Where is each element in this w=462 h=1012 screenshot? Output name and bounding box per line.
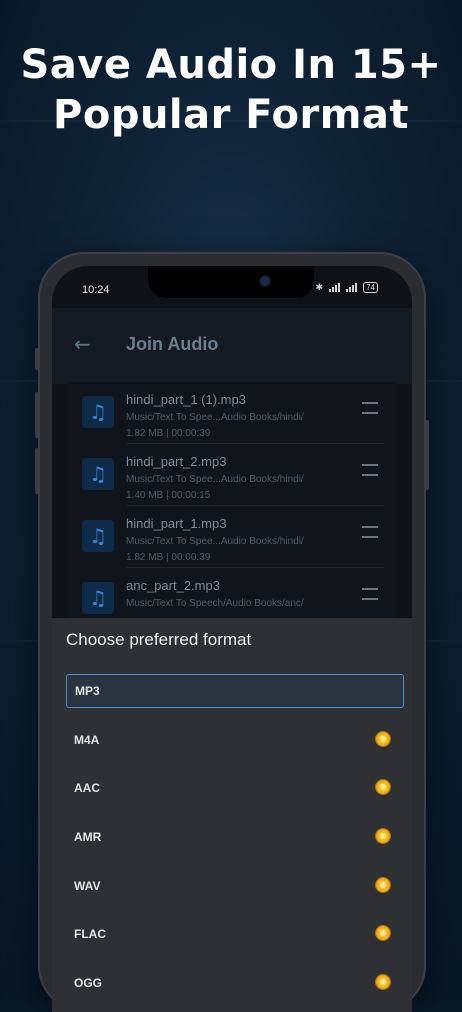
file-name: hindi_part_2.mp3 xyxy=(126,454,227,469)
coin-icon xyxy=(376,829,390,843)
format-option-flac[interactable]: FLAC xyxy=(66,918,404,950)
drag-handle-icon[interactable] xyxy=(362,526,378,538)
promo-headline: Save Audio In 15+ Popular Format xyxy=(0,40,462,140)
app-bar: ← Join Audio xyxy=(52,308,412,384)
mute-switch xyxy=(35,348,39,370)
format-label: FLAC xyxy=(74,927,106,941)
coin-icon xyxy=(376,780,390,794)
format-option-wav[interactable]: WAV xyxy=(66,870,404,902)
format-bottom-sheet: Choose preferred format MP3 M4A AAC AMR … xyxy=(52,618,412,1012)
format-label: AAC xyxy=(74,781,100,795)
coin-icon xyxy=(376,926,390,940)
file-name: hindi_part_1.mp3 xyxy=(126,516,227,531)
format-label: MP3 xyxy=(75,684,100,698)
page-title: Join Audio xyxy=(126,334,219,354)
format-label: OGG xyxy=(74,976,103,990)
format-option-aac[interactable]: AAC xyxy=(66,772,404,804)
music-note-icon: ♫ xyxy=(82,396,114,428)
notch xyxy=(148,266,314,298)
power-button xyxy=(425,420,429,490)
file-meta: 1.82 MB | 00:00:39 xyxy=(126,428,211,439)
format-label: WAV xyxy=(74,879,101,893)
headline-line-2: Popular Format xyxy=(53,92,409,138)
drag-handle-icon[interactable] xyxy=(362,402,378,414)
list-item[interactable]: ♫ hindi_part_2.mp3 Music/Text To Spee...… xyxy=(66,444,398,506)
format-option-m4a[interactable]: M4A xyxy=(66,724,404,756)
drag-handle-icon[interactable] xyxy=(362,464,378,476)
music-note-icon: ♫ xyxy=(82,582,114,614)
drag-handle-icon[interactable] xyxy=(362,588,378,600)
file-path: Music/Text To Spee...Audio Books/hindi/ xyxy=(126,474,304,485)
front-camera xyxy=(260,276,270,286)
file-path: Music/Text To Speech/Audio Books/anc/ xyxy=(126,598,304,609)
battery-icon: 74 xyxy=(363,282,378,293)
file-path: Music/Text To Spee...Audio Books/hindi/ xyxy=(126,412,304,423)
status-time: 10:24 xyxy=(82,284,110,296)
bluetooth-icon: ✱ xyxy=(315,282,324,292)
format-label: AMR xyxy=(74,830,102,844)
signal-icon xyxy=(329,283,341,292)
coin-icon xyxy=(376,878,390,892)
file-list: ♫ hindi_part_1 (1).mp3 Music/Text To Spe… xyxy=(66,382,398,642)
signal-icon-2 xyxy=(346,283,358,292)
file-meta: 1.82 MB | 00:00:39 xyxy=(126,552,211,563)
format-label: M4A xyxy=(74,733,100,747)
phone-frame: 10:24 ✱ 74 ← Join Audio ♫ hindi_part_1 (… xyxy=(35,252,429,1012)
file-name: anc_part_2.mp3 xyxy=(126,578,220,593)
music-note-icon: ♫ xyxy=(82,520,114,552)
headline-line-1: Save Audio In 15+ xyxy=(20,42,442,88)
back-arrow-icon[interactable]: ← xyxy=(74,334,94,354)
sheet-title: Choose preferred format xyxy=(66,630,252,649)
volume-down-button xyxy=(35,448,39,494)
file-name: hindi_part_1 (1).mp3 xyxy=(126,392,246,407)
format-option-ogg[interactable]: OGG xyxy=(66,967,404,999)
file-meta: 1.40 MB | 00:00:15 xyxy=(126,490,211,501)
status-icons: ✱ 74 xyxy=(316,282,378,293)
format-option-mp3[interactable]: MP3 xyxy=(66,674,404,708)
format-option-amr[interactable]: AMR xyxy=(66,821,404,853)
phone-screen: 10:24 ✱ 74 ← Join Audio ♫ hindi_part_1 (… xyxy=(52,266,412,1012)
list-item[interactable]: ♫ hindi_part_1 (1).mp3 Music/Text To Spe… xyxy=(66,382,398,444)
music-note-icon: ♫ xyxy=(82,458,114,490)
list-item[interactable]: ♫ hindi_part_1.mp3 Music/Text To Spee...… xyxy=(66,506,398,568)
coin-icon xyxy=(376,975,390,989)
volume-up-button xyxy=(35,392,39,438)
coin-icon xyxy=(376,732,390,746)
file-path: Music/Text To Spee...Audio Books/hindi/ xyxy=(126,536,304,547)
